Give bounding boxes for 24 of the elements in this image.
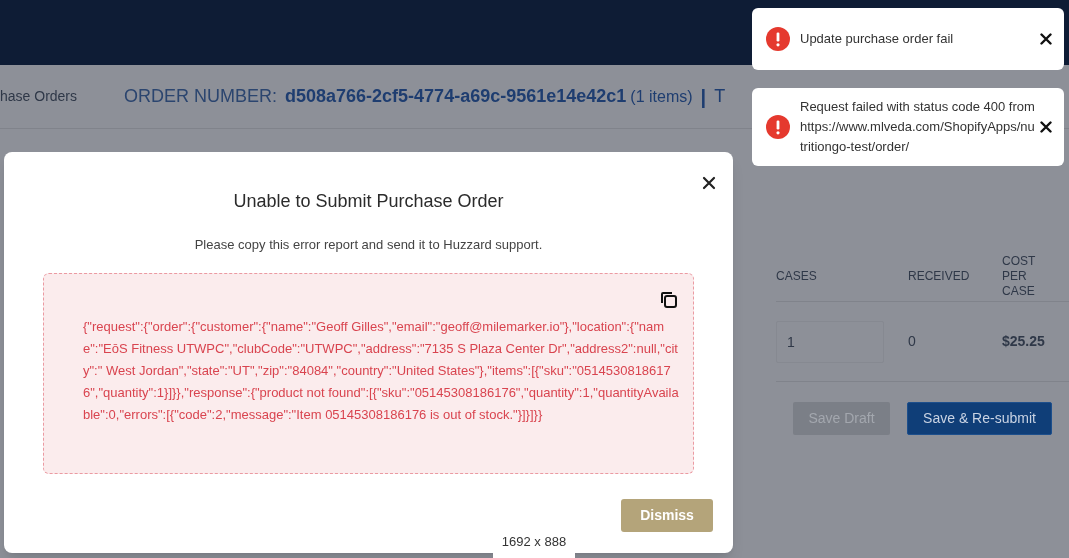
resubmit-button[interactable]: Save & Re-submit xyxy=(907,402,1052,435)
modal-title: Unable to Submit Purchase Order xyxy=(233,190,504,213)
column-header: CASES xyxy=(776,269,818,284)
copy-icon[interactable] xyxy=(659,289,679,310)
close-icon[interactable] xyxy=(1040,33,1052,45)
toast-message: Update purchase order fail xyxy=(800,30,955,48)
close-icon[interactable] xyxy=(1040,121,1052,133)
item-count: (1 items) xyxy=(630,86,693,107)
order-number-label: ORDER NUMBER: xyxy=(124,85,277,108)
error-report-text: {"request":{"order":{"customer":{"name":"Geoff Gilles","email":"geoff@milemarker.io"},"location":{"name":"EōS Fitness UTWPC","clubCode":"UTWPC","address":"7135 S Plaza Center Dr","address2":null,"city":" West Jordan","state":"UT","zip":"84084","country":"United States"},"items":[{"sku":"05145308186176","quantity":1}]}},"response":{"product not found":[{"sku":"05145308186176","quantity":1,"quantityAvailable":0,"errors":[{"code":2,"message":"Item 05145308186176 is out of stock."}]}]}} xyxy=(83,317,680,424)
table-cell-text: 0 xyxy=(908,332,917,351)
cases-input[interactable]: 1 xyxy=(776,320,884,363)
separator: | xyxy=(700,84,707,110)
column-header: COST PER CASE xyxy=(1002,254,1037,299)
modal-message: Please copy this error report and send it to Huzzard support. xyxy=(194,236,543,254)
error-icon xyxy=(766,27,790,51)
error-icon xyxy=(766,115,790,139)
table-cell-text: $25.25 xyxy=(1002,332,1046,351)
breadcrumb-link[interactable]: hase Orders xyxy=(0,86,124,107)
header-text: T xyxy=(714,85,726,108)
column-header: RECEIVED xyxy=(908,269,971,284)
toast-message: Request failed with status code 400 from https://www.mlveda.com/ShopifyApps/nutritiongo-test/order/ xyxy=(800,98,1036,156)
order-number: d508a766-2cf5-4774-a69c-9561e14e42c1 xyxy=(285,85,627,108)
dismiss-button[interactable]: Dismiss xyxy=(621,499,713,532)
